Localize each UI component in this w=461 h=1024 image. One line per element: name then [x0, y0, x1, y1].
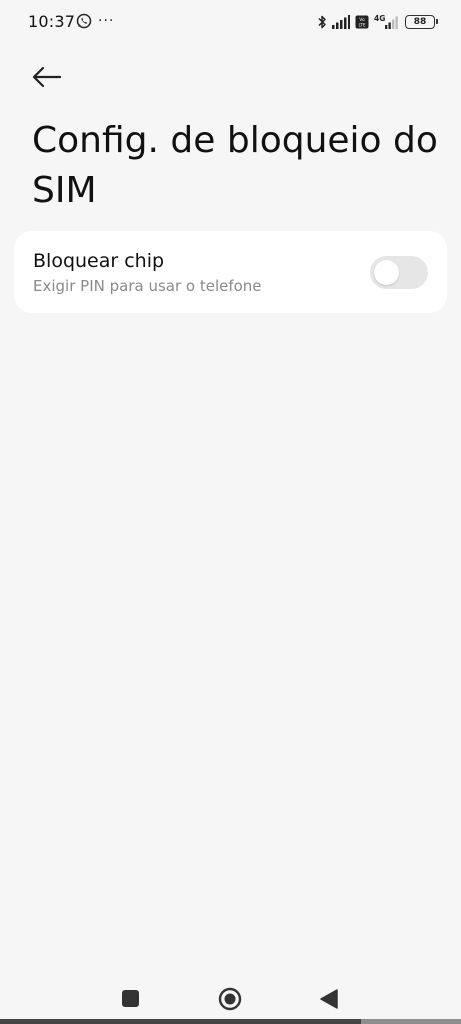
- back-triangle-icon[interactable]: [320, 989, 338, 1009]
- battery-icon: 88: [405, 15, 438, 29]
- lock-chip-subtitle: Exigir PIN para usar o telefone: [33, 277, 262, 295]
- volte-icon: Vo LTE: [355, 15, 369, 29]
- gesture-bar-highlight: [361, 1019, 461, 1024]
- network-4g-signal-icon: 4G: [374, 14, 398, 29]
- signal-strength-icon: [332, 15, 350, 29]
- bluetooth-icon: [318, 15, 326, 29]
- toggle-knob: [374, 260, 399, 285]
- home-circle-icon[interactable]: [218, 987, 242, 1011]
- sim-lock-settings-screen: 10:37 ··· Vo LTE 4G 88 Config. de bloque…: [0, 0, 461, 1024]
- back-arrow-button[interactable]: [30, 62, 64, 92]
- lock-chip-setting-row[interactable]: Bloquear chip Exigir PIN para usar o tel…: [14, 231, 447, 313]
- svg-text:LTE: LTE: [359, 23, 366, 28]
- more-notifications-icon: ···: [98, 13, 115, 29]
- svg-text:4G: 4G: [374, 14, 385, 23]
- navigation-bar: [0, 964, 461, 1024]
- lock-chip-toggle[interactable]: [370, 256, 428, 289]
- status-icons: Vo LTE 4G 88: [317, 12, 438, 32]
- status-time: 10:37: [28, 12, 76, 31]
- status-bar: 10:37 ··· Vo LTE 4G 88: [0, 0, 461, 44]
- recents-square-icon[interactable]: [122, 990, 139, 1007]
- page-title: Config. de bloqueio do SIM: [32, 120, 438, 211]
- whatsapp-icon: [76, 13, 92, 29]
- lock-chip-title: Bloquear chip: [33, 250, 165, 272]
